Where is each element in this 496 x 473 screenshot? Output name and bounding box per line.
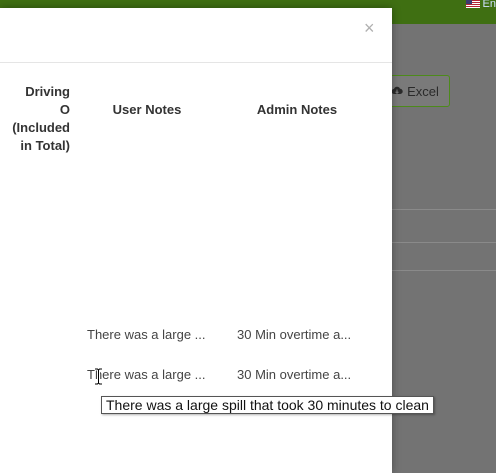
text-cursor-icon xyxy=(95,368,102,385)
cloud-download-icon xyxy=(391,86,403,94)
language-label: En xyxy=(482,0,496,10)
column-header-line: O (Included xyxy=(12,102,70,135)
admin-notes-cell[interactable]: 30 Min overtime a... xyxy=(237,367,351,383)
us-flag-icon xyxy=(465,0,480,8)
close-icon[interactable]: × xyxy=(364,18,375,38)
notes-tooltip: There was a large spill that took 30 min… xyxy=(101,396,434,414)
background-divider xyxy=(392,270,496,271)
user-notes-cell[interactable]: There was a large ... xyxy=(87,367,206,383)
column-header-admin-notes: Admin Notes xyxy=(256,102,338,117)
column-header-line: in Total) xyxy=(20,138,70,153)
column-header-line: Driving xyxy=(25,84,70,99)
column-header-user-notes: User Notes xyxy=(112,102,182,117)
admin-notes-cell[interactable]: 30 Min overtime a... xyxy=(237,327,351,343)
background-divider xyxy=(392,209,496,210)
background-divider xyxy=(392,242,496,243)
column-header-driving: Driving O (Included in Total) xyxy=(0,83,70,155)
user-notes-cell[interactable]: There was a large ... xyxy=(87,327,206,343)
excel-button-label: Excel xyxy=(407,83,439,99)
modal-header: × xyxy=(0,8,392,63)
language-selector[interactable]: En xyxy=(465,0,496,10)
